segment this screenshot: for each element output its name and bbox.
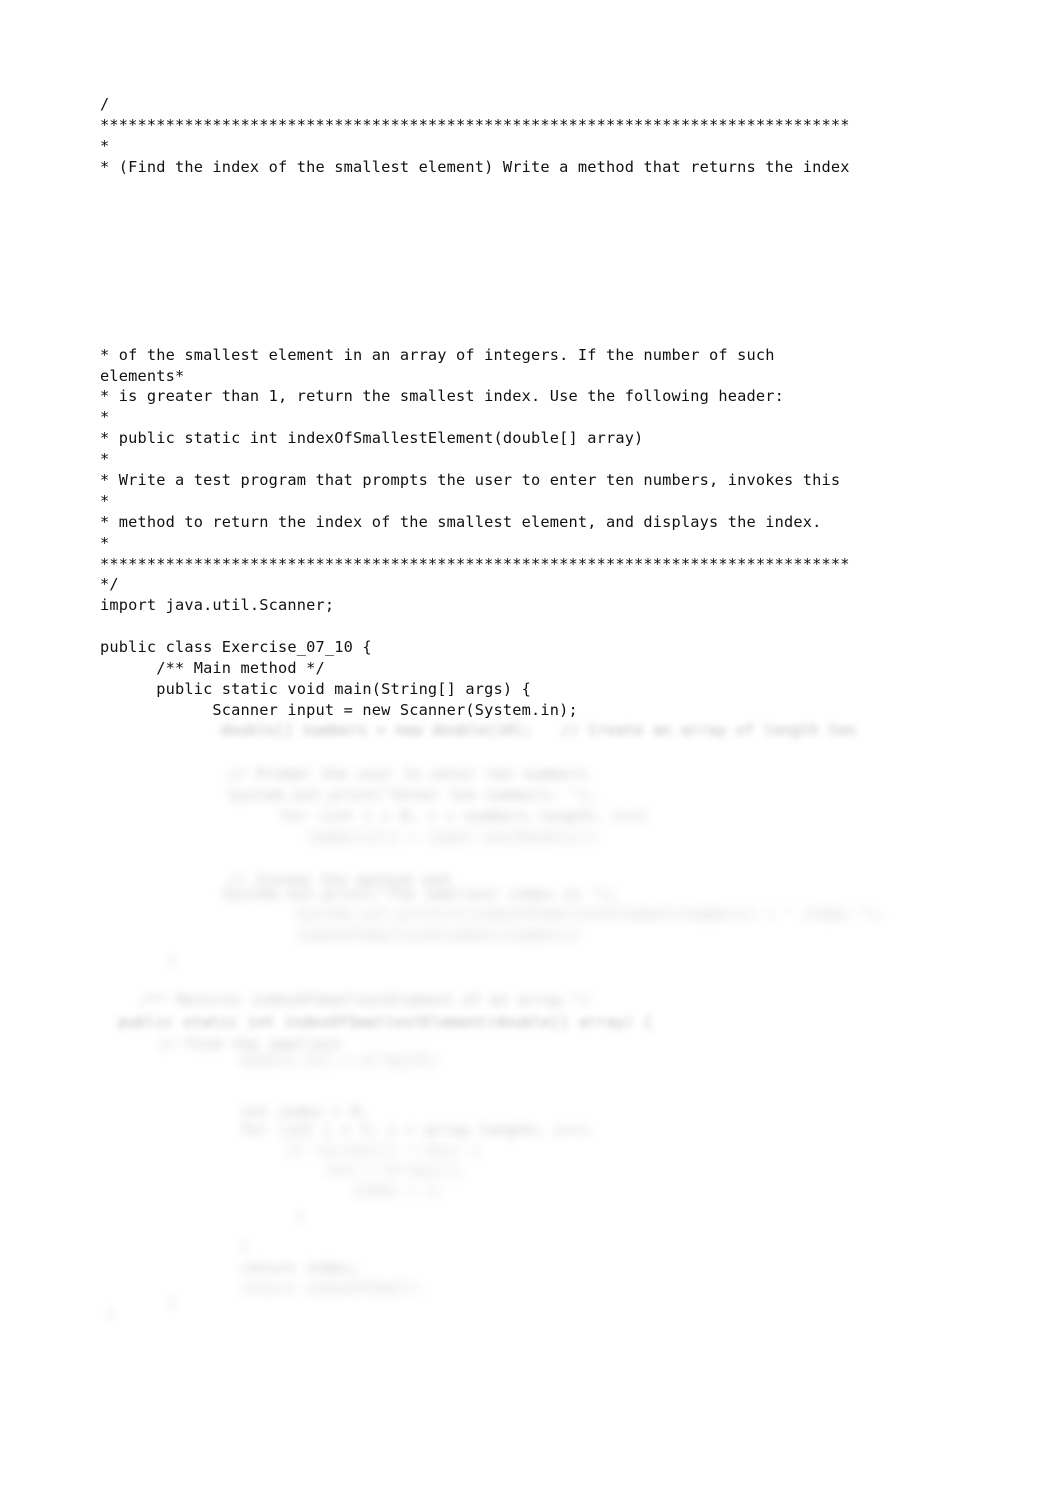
redacted-code-line: /** Returns indexOfSmallestElement of an…: [140, 991, 592, 1009]
main-method-doc-comment: /** Main method */: [100, 659, 325, 678]
redacted-code-line: indexOfSmallestElement(numbers): [296, 926, 582, 944]
redacted-code-line: System.out.print("The smallest index is …: [222, 885, 619, 903]
comment-open-line: /: [100, 95, 110, 113]
comment-line: *: [100, 450, 110, 469]
faint-artifact-glyph: ¨: [100, 324, 1030, 345]
source-code-text: / **************************************…: [100, 94, 1030, 721]
comment-line: * of the smallest element in an array of…: [100, 345, 775, 364]
main-method-signature: public static void main(String[] args) {: [100, 679, 531, 698]
comment-divider-bottom: ****************************************…: [100, 554, 850, 573]
redacted-code-line: // Prompt the user to enter ten numbers: [228, 765, 588, 783]
comment-line: * Write a test program that prompts the …: [100, 471, 841, 490]
redacted-code-line: min = array[i];: [328, 1161, 467, 1179]
redacted-code-line: numbers[i] = input.nextDouble();: [308, 828, 603, 846]
redacted-code-line: for (int i = 0; i < numbers.length; i++): [280, 807, 649, 825]
redacted-code-line: }: [240, 1237, 250, 1255]
comment-close-line: */: [100, 575, 119, 594]
redacted-code-line: double min = array[0];: [240, 1051, 443, 1069]
document-page: / **************************************…: [0, 0, 1062, 1506]
class-declaration: public class Exercise_07_10 {: [100, 638, 372, 657]
comment-line: * method to return the index of the smal…: [100, 512, 822, 531]
redacted-code-line: }: [296, 1207, 306, 1225]
redacted-code-line: public static int indexOfSmallestElement…: [118, 1013, 653, 1031]
redacted-code-line: double[] numbers = new double[10]; // Cr…: [220, 721, 856, 739]
redacted-code-line: }: [168, 951, 178, 969]
redacted-code-line: for (int i = 1; i < array.length; i++): [240, 1121, 590, 1139]
comment-line: * public static int indexOfSmallestEleme…: [100, 429, 644, 448]
comment-line: *: [100, 533, 110, 552]
redacted-code-line: index = i;: [352, 1181, 445, 1199]
redacted-code-line: }: [168, 1293, 178, 1311]
comment-line: *: [100, 408, 110, 427]
redacted-code-line: }: [106, 1305, 116, 1323]
comment-line: * (Find the index of the smallest elemen…: [100, 157, 850, 176]
redacted-code-line: if (array[i] < min) {: [286, 1141, 480, 1159]
comment-line: elements*: [100, 366, 185, 385]
blurred-code-region: double[] numbers = new double[10]; // Cr…: [100, 712, 1000, 1323]
comment-line: *: [100, 491, 110, 510]
faint-artifact-text: ¨: [100, 324, 107, 334]
redacted-code-line: return indexOfSmall;: [240, 1279, 425, 1297]
redacted-code-line: return index;: [240, 1259, 360, 1277]
comment-line: *: [100, 136, 110, 155]
comment-divider-top: ****************************************…: [100, 115, 850, 134]
comment-line: * is greater than 1, return the smallest…: [100, 387, 784, 406]
redacted-code-line: System.out.println(indexOfSmallestElemen…: [296, 905, 886, 923]
import-statement: import java.util.Scanner;: [100, 596, 335, 615]
redacted-code-line: System.out.print("Enter ten numbers: ");: [228, 786, 597, 804]
